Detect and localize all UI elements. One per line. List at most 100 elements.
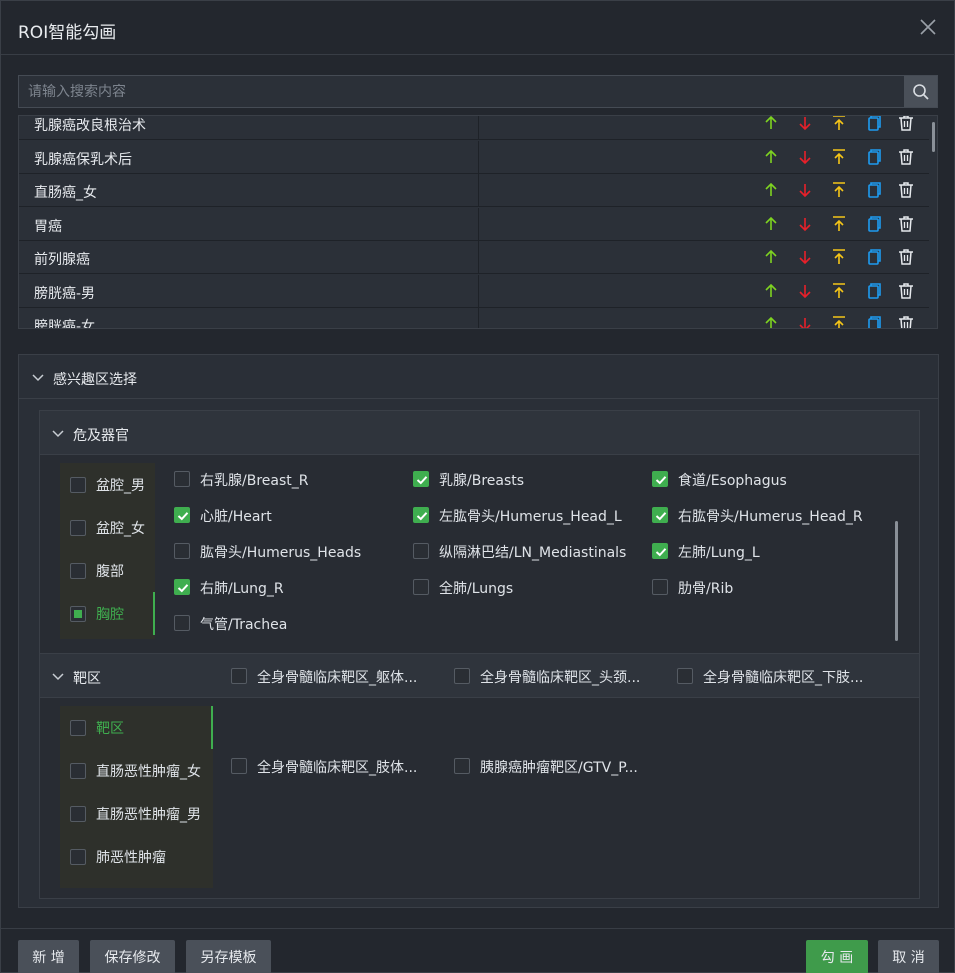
move-down-icon[interactable] (795, 247, 815, 267)
category-checkbox[interactable] (70, 720, 86, 736)
add-button[interactable]: 新 增 (18, 940, 79, 973)
move-up-icon[interactable] (761, 281, 781, 301)
option-checkbox[interactable] (413, 579, 429, 595)
move-to-top-icon[interactable] (829, 247, 849, 267)
category-checkbox[interactable] (70, 763, 86, 779)
cancel-button[interactable]: 取 消 (878, 940, 939, 973)
move-down-icon[interactable] (795, 281, 815, 301)
option-checkbox[interactable] (652, 471, 668, 487)
option-checkbox[interactable] (652, 543, 668, 559)
move-down-icon[interactable] (795, 147, 815, 167)
copy-icon[interactable] (863, 247, 883, 267)
option-checkbox[interactable] (174, 507, 190, 523)
template-row[interactable]: 前列腺癌 (19, 241, 929, 274)
template-row[interactable]: 胃癌 (19, 208, 929, 241)
oar-options-scrollbar[interactable] (895, 521, 898, 641)
delete-icon[interactable] (896, 247, 916, 267)
category-label: 肺恶性肿瘤 (96, 850, 166, 866)
option-checkbox[interactable] (174, 543, 190, 559)
move-up-icon[interactable] (761, 147, 781, 167)
move-down-icon[interactable] (795, 180, 815, 200)
category-item[interactable]: 盆腔_男 (60, 463, 155, 506)
option-checkbox[interactable] (413, 507, 429, 523)
template-row[interactable]: 乳腺癌改良根治术 (19, 115, 929, 140)
move-down-icon[interactable] (795, 314, 815, 329)
delete-icon[interactable] (896, 281, 916, 301)
template-list-scrollbar[interactable] (932, 122, 935, 152)
delete-icon[interactable] (896, 314, 916, 329)
option-checkbox[interactable] (231, 668, 247, 684)
copy-icon[interactable] (863, 214, 883, 234)
search-input[interactable] (19, 76, 905, 107)
category-item[interactable]: 直肠恶性肿瘤_女 (60, 749, 213, 792)
category-label: 盆腔_男 (96, 478, 145, 494)
option-checkbox[interactable] (652, 507, 668, 523)
category-checkbox[interactable] (70, 606, 86, 622)
template-row[interactable]: 直肠癌_女 (19, 174, 929, 207)
draw-button[interactable]: 勾 画 (806, 940, 868, 973)
category-item[interactable]: 靶区 (60, 706, 213, 749)
copy-icon[interactable] (863, 314, 883, 329)
copy-icon[interactable] (863, 281, 883, 301)
category-checkbox[interactable] (70, 806, 86, 822)
category-item[interactable]: 腹部 (60, 549, 155, 592)
copy-icon[interactable] (863, 147, 883, 167)
option-checkbox[interactable] (174, 471, 190, 487)
category-label: 胸腔 (96, 607, 124, 623)
category-checkbox[interactable] (70, 849, 86, 865)
copy-icon[interactable] (863, 115, 883, 133)
option-checkbox[interactable] (174, 615, 190, 631)
template-row[interactable]: 膀胱癌-男 (19, 275, 929, 308)
category-item[interactable]: 肺恶性肿瘤 (60, 835, 213, 878)
category-item[interactable]: 胸腔 (60, 592, 155, 635)
move-down-icon[interactable] (795, 115, 815, 133)
move-to-top-icon[interactable] (829, 147, 849, 167)
option-label: 乳腺/Breasts (439, 473, 525, 489)
roi-section-header[interactable]: 感兴趣区选择 (19, 355, 938, 399)
option-checkbox[interactable] (652, 579, 668, 595)
copy-icon[interactable] (863, 180, 883, 200)
move-to-top-icon[interactable] (829, 314, 849, 329)
template-row[interactable]: 膀胱癌-女 (19, 308, 929, 329)
category-item[interactable]: 盆腔_女 (60, 506, 155, 549)
delete-icon[interactable] (896, 147, 916, 167)
category-checkbox[interactable] (70, 563, 86, 579)
category-item[interactable]: 直肠恶性肿瘤_男 (60, 792, 213, 835)
column-divider (478, 241, 479, 274)
close-icon[interactable] (916, 15, 940, 39)
checkmark-icon (655, 548, 667, 557)
option-checkbox[interactable] (231, 758, 247, 774)
category-checkbox[interactable] (70, 520, 86, 536)
move-to-top-icon[interactable] (829, 180, 849, 200)
oar-header[interactable]: 危及器官 (40, 411, 919, 455)
template-row[interactable]: 乳腺癌保乳术后 (19, 141, 929, 174)
option-checkbox[interactable] (454, 668, 470, 684)
move-up-icon[interactable] (761, 314, 781, 329)
delete-icon[interactable] (896, 180, 916, 200)
delete-icon[interactable] (896, 214, 916, 234)
delete-icon[interactable] (896, 115, 916, 133)
move-up-icon[interactable] (761, 214, 781, 234)
category-checkbox[interactable] (70, 477, 86, 493)
category-label: 直肠恶性肿瘤_男 (96, 807, 201, 823)
save-button[interactable]: 保存修改 (90, 940, 175, 973)
move-up-icon[interactable] (761, 180, 781, 200)
option-checkbox[interactable] (677, 668, 693, 684)
option-checkbox[interactable] (413, 471, 429, 487)
move-up-icon[interactable] (761, 115, 781, 133)
option-checkbox[interactable] (413, 543, 429, 559)
move-to-top-icon[interactable] (829, 281, 849, 301)
option-label: 气管/Trachea (200, 617, 288, 633)
option-checkbox[interactable] (174, 579, 190, 595)
move-down-icon[interactable] (795, 214, 815, 234)
checkmark-icon (416, 512, 428, 521)
move-to-top-icon[interactable] (829, 115, 849, 133)
search-button[interactable] (904, 76, 937, 107)
option-checkbox[interactable] (454, 758, 470, 774)
move-to-top-icon[interactable] (829, 214, 849, 234)
move-up-icon[interactable] (761, 247, 781, 267)
template-name: 乳腺癌保乳术后 (34, 152, 132, 168)
option-label: 胰腺癌肿瘤靶区/GTV_P... (480, 760, 638, 776)
chevron-down-icon (52, 430, 64, 438)
save-as-template-button[interactable]: 另存模板 (186, 940, 271, 973)
